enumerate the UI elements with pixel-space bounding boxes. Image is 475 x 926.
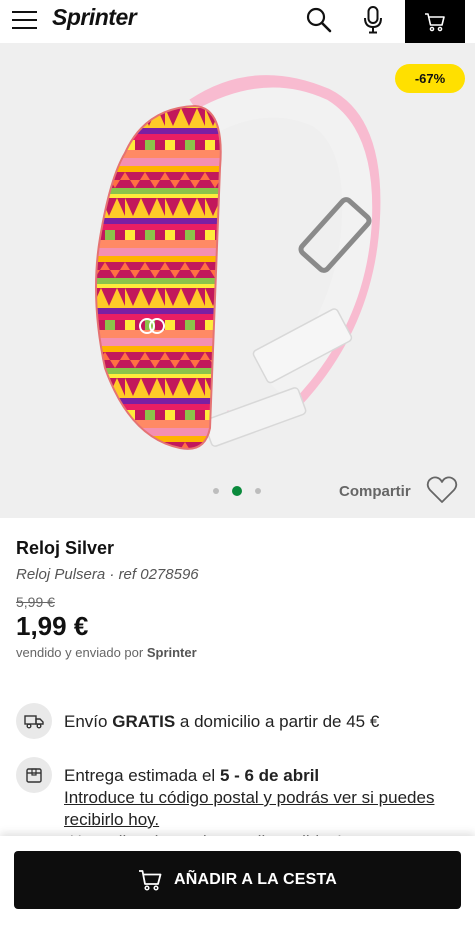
delivery-dates: 5 - 6 de abril xyxy=(219,766,320,785)
cart-icon xyxy=(138,870,162,891)
sale-price: 1,99 € xyxy=(16,611,89,641)
original-price: 5,99 € xyxy=(16,594,55,610)
add-to-cart-button[interactable]: AÑADIR A LA CESTA xyxy=(14,851,461,909)
seller-info: vendido y enviado por Sprinter xyxy=(16,645,197,660)
top-header: Sprinter xyxy=(0,0,475,43)
delivery-info: Entrega estimada el 5 - 6 de abril Intro… xyxy=(16,757,461,851)
product-subtitle: Reloj Pulsera · ref 0278596 xyxy=(16,566,199,583)
carousel-dot-active[interactable] xyxy=(232,486,242,496)
shipping-highlight: GRATIS xyxy=(112,712,176,731)
package-icon xyxy=(16,757,52,793)
product-image-gallery[interactable]: -67% Compartir xyxy=(0,43,475,518)
product-image xyxy=(95,75,381,450)
microphone-icon[interactable] xyxy=(356,3,390,37)
carousel-dot[interactable] xyxy=(213,488,219,494)
seller-name: Sprinter xyxy=(146,645,197,660)
postal-code-link[interactable]: Introduce tu código postal y podrás ver … xyxy=(64,787,454,831)
seller-prefix: vendido y enviado por xyxy=(16,645,144,660)
add-to-cart-label: AÑADIR A LA CESTA xyxy=(173,871,338,888)
shipping-text: Envío GRATIS a domicilio a partir de 45 … xyxy=(64,711,454,733)
carousel-dots[interactable] xyxy=(213,486,261,496)
product-ref: ref 0278596 xyxy=(118,566,199,583)
shipping-suffix: a domicilio a partir de 45 € xyxy=(179,712,380,731)
sprinter-logo[interactable]: Sprinter xyxy=(52,4,137,31)
discount-badge: -67% xyxy=(395,64,465,93)
shipping-prefix: Envío xyxy=(64,712,108,731)
product-title: Reloj Silver xyxy=(16,538,115,558)
product-category: Reloj Pulsera xyxy=(16,566,106,583)
truck-icon xyxy=(16,703,52,739)
share-button[interactable]: Compartir xyxy=(339,483,411,500)
heart-icon[interactable] xyxy=(426,475,458,505)
search-icon[interactable] xyxy=(302,3,336,37)
shipping-info: Envío GRATIS a domicilio a partir de 45 … xyxy=(16,703,461,743)
delivery-prefix: Entrega estimada el xyxy=(64,766,216,785)
menu-icon[interactable] xyxy=(12,9,38,31)
bottom-action-bar: AÑADIR A LA CESTA xyxy=(0,836,475,926)
cart-icon[interactable] xyxy=(405,0,465,43)
carousel-dot[interactable] xyxy=(255,488,261,494)
